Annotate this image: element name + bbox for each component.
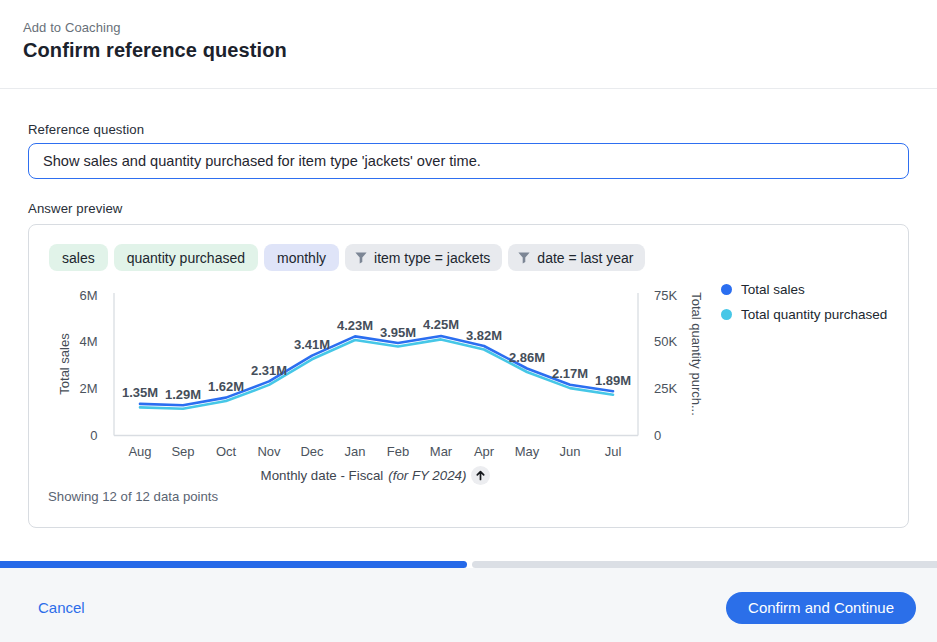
svg-text:2.86M: 2.86M: [509, 350, 545, 365]
answer-preview-panel: sales quantity purchased monthly item ty…: [28, 224, 909, 528]
breadcrumb: Add to Coaching: [23, 20, 121, 35]
svg-text:2M: 2M: [79, 381, 97, 396]
x-axis-title: Monthly date - Fiscal (for FY 2024): [113, 465, 638, 485]
svg-text:Nov: Nov: [257, 444, 281, 459]
legend-item-total-quantity-purchased[interactable]: Total quantity purchased: [721, 307, 887, 322]
header-divider: [0, 88, 937, 89]
progress-bar-fill: [0, 561, 467, 568]
svg-text:25K: 25K: [654, 381, 677, 396]
svg-text:Jun: Jun: [560, 444, 581, 459]
svg-text:Aug: Aug: [128, 444, 151, 459]
legend-item-total-sales[interactable]: Total sales: [721, 282, 887, 297]
data-points-count: Showing 12 of 12 data points: [48, 489, 218, 504]
x-axis-title-suffix: (for FY 2024): [388, 468, 466, 483]
cancel-button[interactable]: Cancel: [38, 599, 85, 616]
x-axis-title-text: Monthly date - Fiscal: [261, 468, 384, 483]
svg-text:2.17M: 2.17M: [552, 366, 588, 381]
reference-question-input[interactable]: [28, 143, 909, 179]
svg-text:Feb: Feb: [387, 444, 409, 459]
svg-text:1.35M: 1.35M: [122, 385, 158, 400]
svg-text:Oct: Oct: [216, 444, 237, 459]
svg-text:2.31M: 2.31M: [251, 363, 287, 378]
svg-text:4.25M: 4.25M: [423, 317, 459, 332]
legend-label: Total sales: [741, 282, 805, 297]
svg-text:1.89M: 1.89M: [595, 373, 631, 388]
svg-text:3.95M: 3.95M: [380, 325, 416, 340]
svg-text:Mar: Mar: [430, 444, 453, 459]
page-title: Confirm reference question: [23, 39, 287, 62]
svg-text:Sep: Sep: [171, 444, 194, 459]
sort-ascending-button[interactable]: [471, 466, 490, 485]
svg-text:1.62M: 1.62M: [208, 379, 244, 394]
svg-text:Apr: Apr: [474, 444, 495, 459]
svg-text:Jan: Jan: [345, 444, 366, 459]
svg-text:0: 0: [90, 428, 97, 443]
svg-text:6M: 6M: [79, 288, 97, 303]
svg-text:4.23M: 4.23M: [337, 318, 373, 333]
svg-text:May: May: [515, 444, 540, 459]
svg-text:1.29M: 1.29M: [165, 387, 201, 402]
svg-text:Jul: Jul: [605, 444, 622, 459]
svg-text:3.82M: 3.82M: [466, 328, 502, 343]
legend-dot-total-quantity-purchased: [721, 309, 732, 320]
svg-text:Dec: Dec: [300, 444, 324, 459]
reference-question-label: Reference question: [28, 122, 144, 137]
svg-text:Total sales: Total sales: [57, 333, 72, 395]
progress-bar-remainder: [472, 561, 937, 568]
svg-text:75K: 75K: [654, 288, 677, 303]
svg-text:50K: 50K: [654, 334, 677, 349]
svg-text:Total quantity purch...: Total quantity purch...: [689, 292, 704, 416]
arrow-up-icon: [475, 470, 486, 481]
progress-bar: [0, 561, 937, 568]
svg-text:0: 0: [654, 428, 661, 443]
chart-legend: Total sales Total quantity purchased: [721, 282, 887, 322]
legend-dot-total-sales: [721, 284, 732, 295]
answer-preview-label: Answer preview: [28, 201, 122, 216]
legend-label: Total quantity purchased: [741, 307, 887, 322]
svg-text:4M: 4M: [79, 334, 97, 349]
footer: Cancel Confirm and Continue: [0, 568, 937, 642]
confirm-and-continue-button[interactable]: Confirm and Continue: [726, 592, 916, 624]
svg-text:3.41M: 3.41M: [294, 337, 330, 352]
